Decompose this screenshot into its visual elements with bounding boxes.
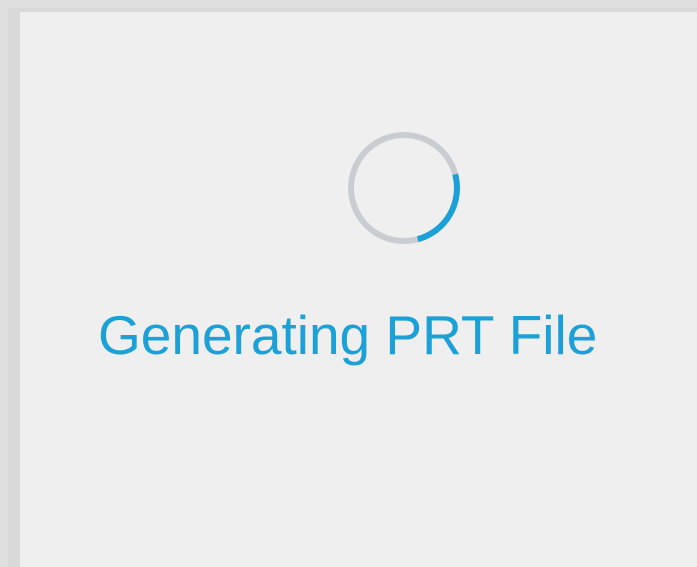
- status-message: Generating PRT File: [98, 304, 598, 366]
- loading-spinner-icon: [344, 128, 464, 248]
- progress-dialog: Generating PRT File: [8, 8, 697, 567]
- spinner-progress-arc: [416, 173, 460, 243]
